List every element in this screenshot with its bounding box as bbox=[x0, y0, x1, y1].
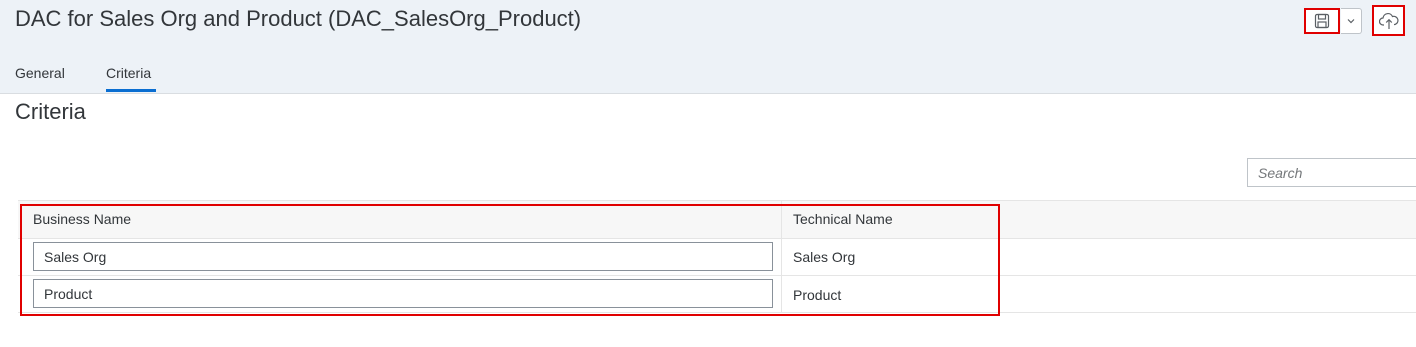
tab-general[interactable]: General bbox=[15, 65, 65, 81]
save-menu-button[interactable] bbox=[1341, 8, 1362, 34]
technical-name-cell: Sales Org bbox=[793, 249, 856, 265]
cloud-upload-icon bbox=[1378, 12, 1399, 30]
column-header-technical-name: Technical Name bbox=[793, 211, 893, 227]
table-header bbox=[18, 200, 1416, 239]
row-divider bbox=[18, 312, 1416, 313]
active-tab-indicator bbox=[106, 89, 156, 92]
business-name-input[interactable] bbox=[33, 279, 773, 308]
business-name-input[interactable] bbox=[33, 242, 773, 271]
chevron-down-icon bbox=[1346, 16, 1356, 26]
criteria-table: Business Name Technical Name Sales Org P… bbox=[18, 200, 1416, 316]
section-title: Criteria bbox=[15, 99, 86, 124]
save-icon bbox=[1314, 13, 1330, 29]
column-divider bbox=[781, 200, 782, 312]
save-button[interactable] bbox=[1304, 8, 1340, 34]
object-header: DAC for Sales Org and Product (DAC_Sales… bbox=[0, 0, 1416, 94]
column-header-business-name: Business Name bbox=[33, 211, 132, 227]
deploy-button[interactable] bbox=[1372, 5, 1405, 36]
page-title: DAC for Sales Org and Product (DAC_Sales… bbox=[15, 6, 582, 31]
technical-name-cell: Product bbox=[793, 287, 842, 303]
tab-criteria[interactable]: Criteria bbox=[106, 65, 151, 81]
row-divider bbox=[18, 275, 1416, 276]
search-input[interactable] bbox=[1247, 158, 1416, 187]
